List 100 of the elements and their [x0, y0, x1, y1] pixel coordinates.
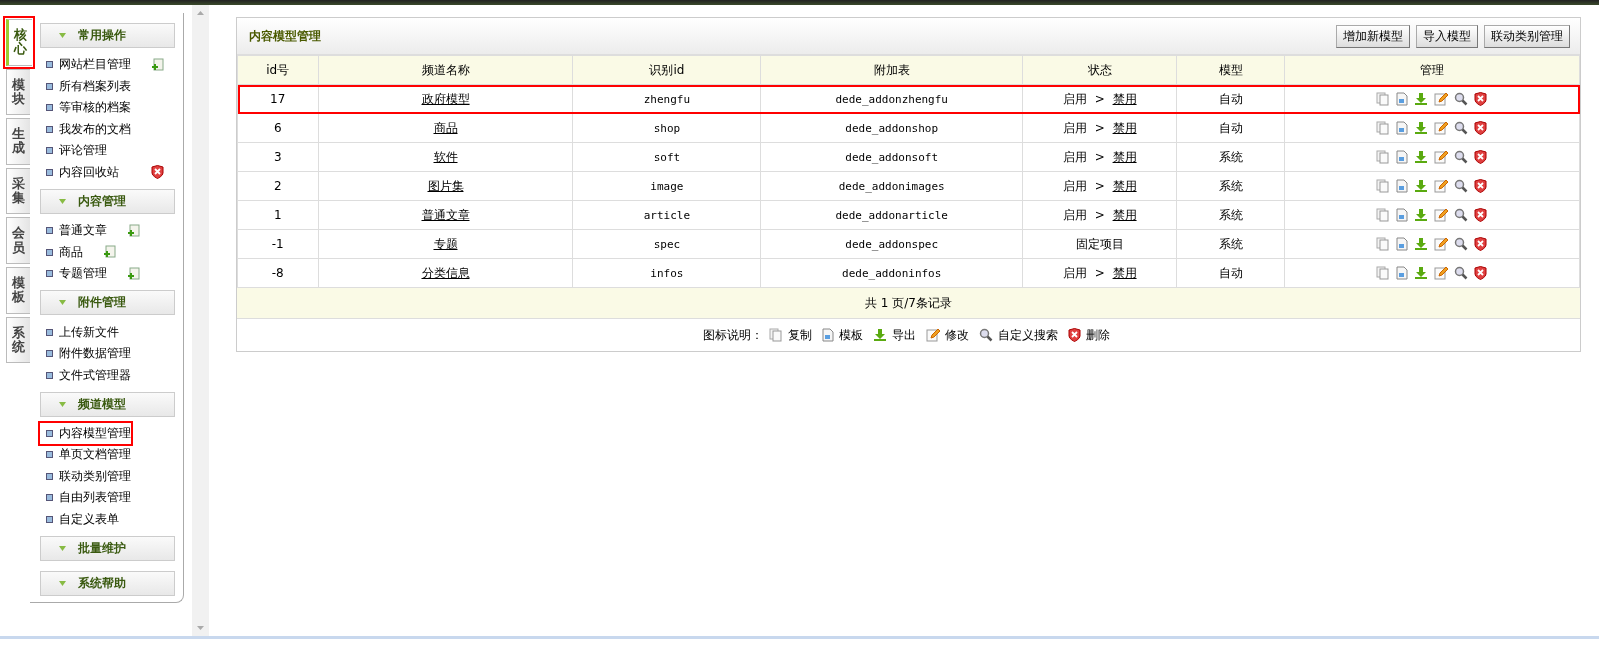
- add-document-icon[interactable]: [127, 266, 140, 281]
- side-tab[interactable]: 核心: [6, 19, 32, 66]
- download-icon: [1414, 92, 1429, 106]
- channel-link[interactable]: 普通文章: [421, 207, 470, 222]
- bullet-icon: [46, 328, 53, 336]
- search-icon: [1454, 179, 1469, 193]
- delete-icon: [151, 165, 164, 180]
- pencil-icon: [1434, 179, 1449, 193]
- sidebar-link[interactable]: 联动类别管理: [59, 467, 131, 485]
- group-title: 附件管理: [78, 294, 126, 312]
- caret-icon: [59, 581, 66, 587]
- channel-link[interactable]: 图片集: [427, 178, 464, 193]
- sidebar-link[interactable]: 内容模型管理: [59, 424, 131, 442]
- sidebar-group-header[interactable]: 系统帮助: [40, 571, 175, 597]
- sidebar-link[interactable]: 文件式管理器: [59, 366, 131, 384]
- caret-icon: [59, 32, 66, 38]
- sidebar-link[interactable]: 附件数据管理: [59, 345, 131, 362]
- side-tab[interactable]: 模板: [6, 266, 30, 314]
- sidebar-group-header[interactable]: 频道模型: [40, 391, 175, 417]
- table-cell: 17: [237, 84, 318, 114]
- legend-label: 自定义搜索: [998, 326, 1058, 344]
- add-document-icon[interactable]: [103, 245, 116, 260]
- sidebar-group-header[interactable]: 批量维护: [40, 536, 175, 562]
- sidebar-link[interactable]: 评论管理: [59, 142, 107, 160]
- caret-icon: [59, 300, 66, 306]
- channel-link[interactable]: 商品: [433, 120, 458, 135]
- group-title: 批量维护: [78, 540, 126, 558]
- sidebar-link[interactable]: 自由列表管理: [59, 489, 131, 507]
- search-icon: [1454, 92, 1469, 106]
- channel-link[interactable]: 专题: [433, 236, 458, 251]
- toolbar-button[interactable]: 导入模型: [1416, 24, 1478, 48]
- download-icon: [1414, 121, 1429, 135]
- bullet-icon: [46, 147, 53, 155]
- status-text: 启用: [1062, 91, 1087, 106]
- disable-link[interactable]: 禁用: [1112, 149, 1137, 164]
- legend-label: 删除: [1086, 326, 1110, 344]
- pencil-icon: [1434, 121, 1449, 135]
- disable-link[interactable]: 禁用: [1112, 207, 1137, 222]
- toolbar-button[interactable]: 联动类别管理: [1484, 24, 1570, 48]
- scrollbar[interactable]: [192, 5, 209, 636]
- sidebar-link[interactable]: 内容回收站: [59, 163, 119, 181]
- channel-link[interactable]: 软件: [433, 149, 458, 164]
- copy-icon: [1376, 150, 1391, 164]
- sidebar-link[interactable]: 网站栏目管理: [59, 56, 131, 74]
- channel-link[interactable]: 分类信息: [421, 265, 470, 280]
- sidebar-link[interactable]: 单页文档管理: [59, 446, 131, 464]
- bullet-icon: [46, 270, 53, 278]
- delete-icon: [1474, 266, 1488, 280]
- sidebar-link[interactable]: 所有档案列表: [59, 77, 131, 95]
- search-icon: [1454, 121, 1469, 135]
- side-tab[interactable]: 采集: [6, 167, 30, 215]
- download-icon: [873, 328, 887, 342]
- sidebar-group-header[interactable]: 内容管理: [40, 188, 175, 214]
- group-title: 频道模型: [78, 395, 126, 413]
- channel-link[interactable]: 政府模型: [421, 91, 470, 106]
- group-title: 内容管理: [78, 192, 126, 210]
- toolbar-button[interactable]: 增加新模型: [1336, 24, 1410, 48]
- sidebar-group-header[interactable]: 常用操作: [40, 23, 175, 48]
- sidebar-group-header[interactable]: 附件管理: [40, 290, 175, 316]
- table-cell: dede_addonspec: [760, 229, 1023, 259]
- disable-link[interactable]: 禁用: [1112, 265, 1137, 280]
- caret-icon: [59, 198, 66, 204]
- side-tab[interactable]: 模块: [6, 68, 30, 116]
- document-icon: [1396, 150, 1409, 164]
- status-text: 启用: [1062, 149, 1087, 164]
- sidebar-link[interactable]: 普通文章: [59, 222, 107, 240]
- sidebar-link[interactable]: 商品: [59, 243, 83, 261]
- disable-link[interactable]: 禁用: [1112, 91, 1137, 106]
- sidebar-link[interactable]: 专题管理: [59, 265, 107, 283]
- scroll-up-icon[interactable]: [197, 11, 204, 15]
- side-tab[interactable]: 系统: [6, 316, 30, 364]
- pager-text: 共 1 页/7条记录: [865, 294, 952, 312]
- sidebar-link[interactable]: 我发布的文档: [59, 120, 131, 138]
- table-cell: dede_addonimages: [760, 171, 1023, 201]
- bullet-icon: [46, 248, 53, 256]
- copy-icon: [1376, 237, 1391, 251]
- document-icon: [1396, 266, 1409, 280]
- group-title: 常用操作: [78, 26, 126, 44]
- search-icon: [1454, 266, 1469, 280]
- sidebar-link[interactable]: 等审核的档案: [59, 99, 131, 117]
- side-tab[interactable]: 会员: [6, 217, 30, 264]
- copy-icon: [1376, 179, 1391, 193]
- download-icon: [1414, 208, 1429, 222]
- sidebar-link[interactable]: 自定义表单: [59, 510, 119, 528]
- bullet-icon: [46, 429, 53, 437]
- search-icon: [1454, 237, 1469, 251]
- sidebar-link[interactable]: 上传新文件: [59, 323, 119, 341]
- column-header: id号: [237, 55, 318, 85]
- add-document-icon[interactable]: [127, 223, 140, 238]
- bullet-icon: [46, 104, 53, 112]
- scroll-down-icon[interactable]: [197, 626, 204, 630]
- side-tab[interactable]: 生成: [6, 118, 30, 165]
- disable-link[interactable]: 禁用: [1112, 120, 1137, 135]
- caret-icon: [59, 401, 66, 407]
- delete-icon: [1474, 208, 1488, 222]
- copy-icon: [1376, 266, 1391, 280]
- disable-link[interactable]: 禁用: [1112, 178, 1137, 193]
- add-document-icon[interactable]: [151, 57, 164, 72]
- pencil-icon: [1434, 266, 1449, 280]
- table-cell: 自动: [1176, 113, 1285, 143]
